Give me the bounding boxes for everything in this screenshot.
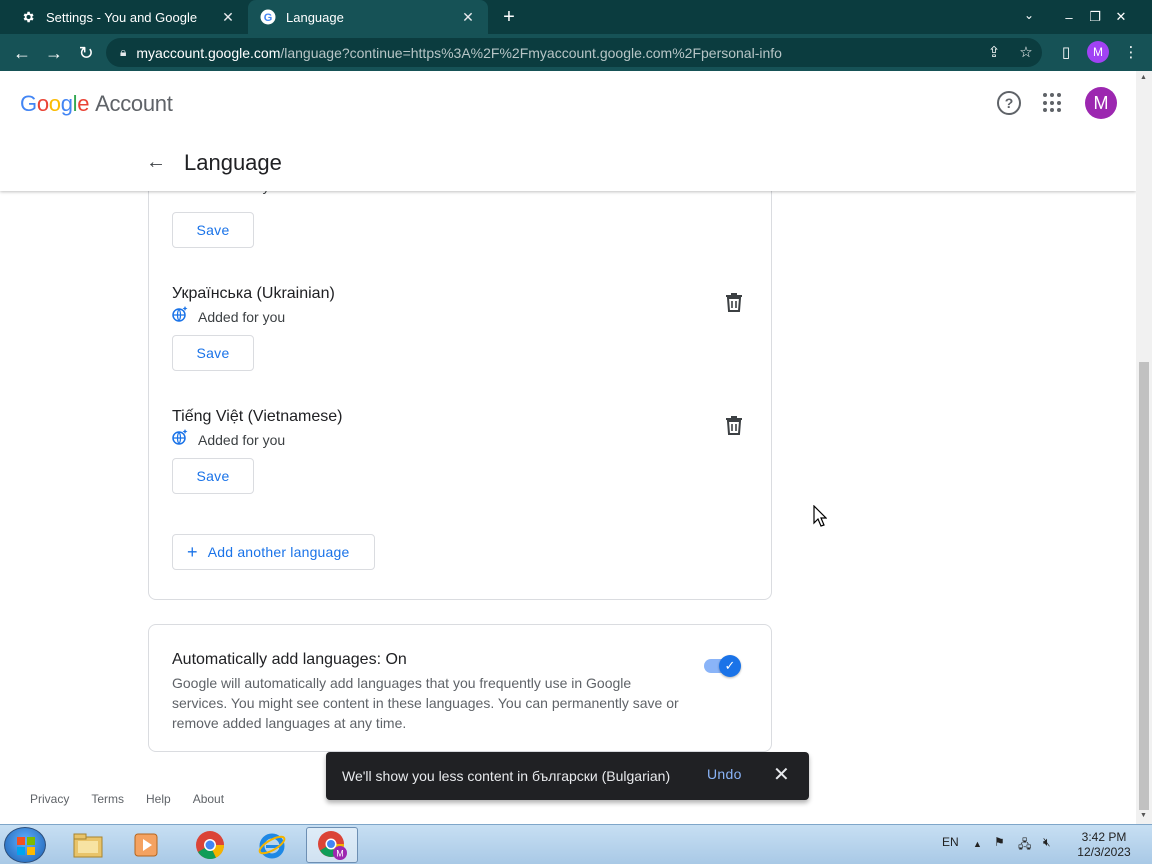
checkmark-icon: ✓	[719, 655, 741, 677]
browser-tab-strip: Settings - You and Google ✕ G Language ✕…	[0, 0, 1152, 34]
lock-icon[interactable]: 🔒︎	[120, 45, 126, 60]
add-language-button[interactable]: + Add another language	[172, 534, 375, 570]
volume-muted-icon[interactable]: 🔇︎	[1043, 835, 1051, 850]
tab-title: Language	[286, 9, 344, 25]
language-name: Tiếng Việt (Vietnamese)	[172, 408, 343, 425]
page-title: Language	[184, 150, 282, 175]
globe-sparkle-icon	[172, 306, 188, 322]
chrome-profile-taskbar-icon[interactable]: M	[306, 827, 358, 863]
delete-trash-icon[interactable]	[725, 415, 743, 435]
svg-text:G: G	[264, 12, 273, 24]
new-tab-button[interactable]: +	[498, 6, 520, 28]
back-arrow-icon[interactable]: ←	[146, 151, 166, 174]
url-text: myaccount.google.com/language?continue=h…	[136, 44, 782, 61]
save-button[interactable]: Save	[172, 458, 254, 494]
list-item: Українська (Ukrainian) Added for you	[172, 285, 335, 325]
minimize-icon[interactable]: –	[1056, 10, 1082, 25]
address-bar[interactable]: 🔒︎ myaccount.google.com/language?continu…	[106, 38, 1042, 67]
apps-grid-icon[interactable]	[1043, 93, 1063, 113]
bookmark-star-icon[interactable]: ☆	[1015, 42, 1037, 64]
share-icon[interactable]: ⇪	[983, 42, 1005, 64]
google-g-icon: G	[260, 9, 276, 25]
footer-link-terms[interactable]: Terms	[91, 792, 124, 806]
language-sublabel: Added for you	[172, 306, 335, 325]
side-panel-icon[interactable]: ▯	[1055, 42, 1077, 64]
auto-add-toggle[interactable]: ✓	[702, 655, 741, 677]
footer-links: Privacy Terms Help About	[30, 792, 224, 806]
scroll-down-icon[interactable]: ▼	[1140, 812, 1147, 819]
svg-text:M: M	[336, 849, 344, 859]
footer-link-help[interactable]: Help	[146, 792, 171, 806]
snackbar-message: We'll show you less content in български…	[342, 768, 671, 784]
language-name: Українська (Ukrainian)	[172, 285, 335, 302]
snackbar: We'll show you less content in български…	[326, 752, 809, 800]
mouse-cursor-icon	[813, 505, 827, 527]
system-clock[interactable]: 3:42 PM 12/3/2023	[1066, 830, 1142, 860]
google-account-logo[interactable]: Google Account	[20, 91, 173, 117]
delete-trash-icon[interactable]	[725, 292, 743, 312]
close-window-icon[interactable]: ✕	[1108, 9, 1134, 25]
more-menu-icon[interactable]: ⋮	[1120, 42, 1142, 64]
action-center-flag-icon[interactable]: ⚑	[994, 835, 1005, 849]
internet-explorer-icon[interactable]	[246, 827, 298, 863]
close-icon[interactable]: ✕	[773, 763, 790, 787]
plus-icon: +	[187, 542, 198, 562]
undo-button[interactable]: Undo	[707, 766, 742, 782]
list-item: Tiếng Việt (Vietnamese) Added for you	[172, 408, 342, 448]
tab-language[interactable]: G Language ✕	[248, 0, 488, 34]
footer-link-about[interactable]: About	[193, 792, 224, 806]
forward-icon[interactable]: →	[42, 41, 66, 65]
auto-add-title: Automatically add languages: On	[172, 651, 407, 668]
browser-toolbar: ← → ↻ 🔒︎ myaccount.google.com/language?c…	[0, 34, 1152, 71]
windows-logo-icon	[17, 837, 35, 855]
language-sublabel: Added for you	[172, 429, 342, 448]
back-icon[interactable]: ←	[10, 41, 34, 65]
profile-avatar-small[interactable]: M	[1087, 41, 1109, 63]
reload-icon[interactable]: ↻	[74, 41, 98, 65]
footer-link-privacy[interactable]: Privacy	[30, 792, 69, 806]
help-icon[interactable]: ?	[997, 91, 1021, 115]
account-header: Google Account ? M ← Language	[0, 71, 1136, 191]
tab-settings[interactable]: Settings - You and Google ✕	[8, 0, 248, 34]
os-taskbar: M EN ▲ ⚑ 🖧 🔇︎ 3:42 PM 12/3/2023	[0, 824, 1152, 864]
avatar[interactable]: M	[1085, 87, 1117, 119]
media-player-icon[interactable]	[120, 827, 172, 863]
tab-close-icon[interactable]: ✕	[460, 9, 476, 26]
page-viewport: GoogleAccount ? M ← Language Added for y…	[0, 71, 1136, 824]
globe-sparkle-icon	[172, 429, 188, 445]
tab-search-chevron-icon[interactable]: ⌄	[1024, 8, 1034, 22]
chrome-icon[interactable]	[184, 827, 236, 863]
save-button[interactable]: Save	[172, 335, 254, 371]
input-language-indicator[interactable]: EN	[942, 835, 959, 849]
gear-icon	[20, 9, 36, 25]
start-button[interactable]	[4, 827, 46, 863]
scroll-up-icon[interactable]: ▲	[1140, 74, 1147, 81]
tab-title: Settings - You and Google	[46, 9, 198, 25]
restore-icon[interactable]: ❐	[1082, 9, 1108, 25]
network-icon[interactable]: 🖧	[1018, 835, 1031, 856]
window-controls: – ❐ ✕	[1056, 0, 1134, 34]
tab-close-icon[interactable]: ✕	[220, 9, 236, 26]
save-button[interactable]: Save	[172, 212, 254, 248]
tray-expand-icon[interactable]: ▲	[973, 839, 982, 849]
scrollbar-thumb[interactable]	[1139, 362, 1149, 810]
file-explorer-icon[interactable]	[62, 827, 114, 863]
auto-add-description: Google will automatically add languages …	[172, 675, 679, 731]
